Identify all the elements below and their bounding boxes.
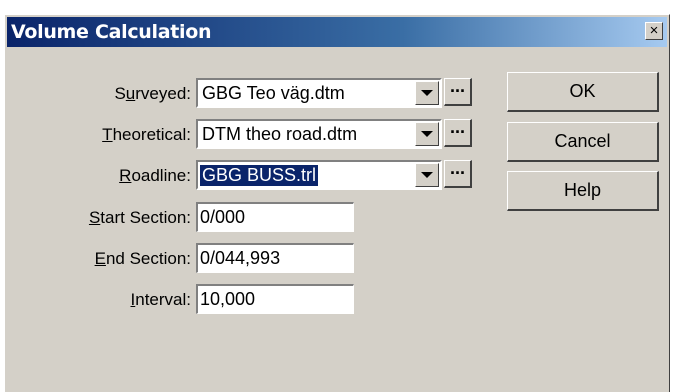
close-button[interactable]: × <box>645 22 663 40</box>
theoretical-combobox[interactable]: DTM theo road.dtm <box>196 119 442 149</box>
ok-button[interactable]: OK <box>507 72 659 112</box>
title-bar[interactable]: Volume Calculation × <box>7 17 667 47</box>
interval-input[interactable]: 10,000 <box>196 284 354 314</box>
chevron-down-icon[interactable] <box>415 163 439 187</box>
surveyed-combobox[interactable]: GBG Teo väg.dtm <box>196 78 442 108</box>
start-section-label: Start Section: <box>88 208 191 227</box>
roadline-browse-button[interactable]: ... <box>444 159 472 188</box>
roadline-label: Roadline: <box>119 166 191 185</box>
surveyed-label: Surveyed: <box>114 84 191 103</box>
surveyed-value: GBG Teo väg.dtm <box>202 83 345 103</box>
dialog-title: Volume Calculation <box>11 21 212 43</box>
cancel-button[interactable]: Cancel <box>507 122 659 162</box>
chevron-down-icon[interactable] <box>415 122 439 146</box>
theoretical-browse-button[interactable]: ... <box>444 118 472 147</box>
start-section-input[interactable]: 0/000 <box>196 202 354 232</box>
theoretical-label: Theoretical: <box>102 125 191 144</box>
end-section-input[interactable]: 0/044,993 <box>196 243 354 273</box>
chevron-down-icon[interactable] <box>415 81 439 105</box>
interval-label: Interval: <box>130 290 191 309</box>
surveyed-browse-button[interactable]: ... <box>444 77 472 106</box>
volume-calculation-dialog: Volume Calculation × Surveyed: GBG Teo v… <box>4 14 670 392</box>
end-section-label: End Section: <box>94 249 191 268</box>
roadline-value: GBG BUSS.trl <box>200 165 319 186</box>
theoretical-value: DTM theo road.dtm <box>202 124 358 144</box>
roadline-combobox[interactable]: GBG BUSS.trl <box>196 160 442 190</box>
help-button[interactable]: Help <box>507 171 659 211</box>
